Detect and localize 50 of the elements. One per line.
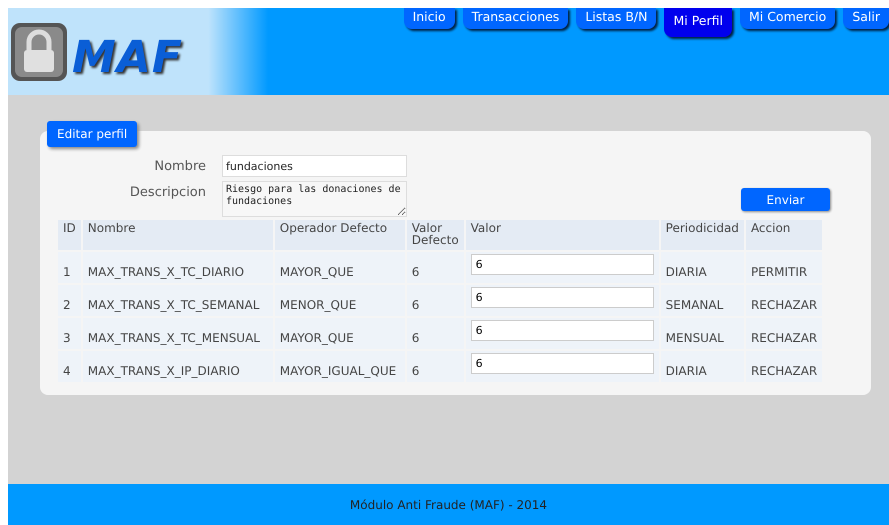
value-field[interactable]: 6 [470, 254, 654, 275]
column-header: Operador Defecto [274, 220, 405, 250]
table-cell: 4 [58, 351, 81, 382]
table-cell: RECHAZAR [746, 318, 822, 349]
table-cell: PERMITIR [746, 252, 822, 283]
value-field[interactable]: 6 [470, 287, 654, 308]
table-cell: MAX_TRANS_X_TC_DIARIO [82, 252, 273, 283]
column-header: ID [58, 220, 81, 250]
table-cell: 6 [406, 285, 464, 316]
table-cell: 6 [406, 351, 464, 382]
value-field[interactable]: 6 [470, 320, 654, 341]
padlock-icon [10, 22, 68, 82]
panel-title: Editar perfil [47, 121, 138, 147]
table-cell: 6 [406, 252, 464, 283]
table-cell: DIARIA [660, 252, 744, 283]
column-header: Valor [466, 220, 659, 250]
table-cell: 3 [58, 318, 81, 349]
nav-tab[interactable]: Mi Perfil [664, 8, 732, 37]
value-field[interactable]: 6 [470, 353, 654, 374]
table-cell: SEMANAL [660, 285, 744, 316]
nav-tab[interactable]: Salir [843, 8, 889, 29]
field-label: Nombre [153, 158, 206, 176]
column-header: Valor Defecto [406, 220, 464, 250]
nav-tab[interactable]: Mi Comercio [740, 8, 836, 29]
submit-button[interactable]: Enviar [741, 188, 830, 211]
table-cell: MAYOR_QUE [274, 318, 405, 349]
table-cell: MAX_TRANS_X_TC_SEMANAL [82, 285, 273, 316]
table-cell: 2 [58, 285, 81, 316]
table-cell: DIARIA [660, 351, 744, 382]
logo-text: MAF [72, 36, 183, 80]
table-cell: MENSUAL [660, 318, 744, 349]
field-label: Descripcion [128, 184, 206, 202]
table-cell: MAYOR_QUE [274, 252, 405, 283]
column-header: Accion [746, 220, 822, 250]
nav-tab[interactable]: Listas B/N [576, 8, 656, 29]
table-cell: RECHAZAR [746, 285, 822, 316]
column-header: Periodicidad [660, 220, 744, 250]
table-cell: MAYOR_IGUAL_QUE [274, 351, 405, 382]
table-cell: 1 [58, 252, 81, 283]
table-cell: MAX_TRANS_X_TC_MENSUAL [82, 318, 273, 349]
footer-text: Módulo Anti Fraude (MAF) - 2014 [350, 496, 548, 514]
table-cell: 6 [406, 318, 464, 349]
nav-tab[interactable]: Transacciones [462, 8, 568, 29]
table-cell: RECHAZAR [746, 351, 822, 382]
description-field[interactable]: Riesgo para las donaciones de fundaciones [222, 181, 407, 217]
name-field[interactable]: fundaciones [222, 155, 407, 177]
table-cell: MENOR_QUE [274, 285, 405, 316]
nav-tab[interactable]: Inicio [404, 8, 455, 29]
column-header: Nombre [82, 220, 273, 250]
table-cell: MAX_TRANS_X_IP_DIARIO [82, 351, 273, 382]
